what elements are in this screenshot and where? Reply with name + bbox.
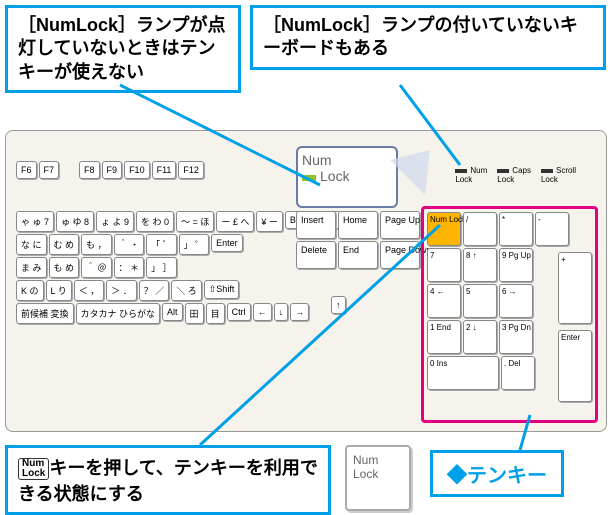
nav-key: Insert: [296, 211, 336, 239]
keyboard-key: →: [290, 303, 309, 321]
numlock-zoom-line1: Num: [302, 152, 332, 168]
fn-key: F10: [124, 161, 150, 179]
navigation-key-cluster: InsertHomePage Up DeleteEndPage Down: [296, 211, 422, 271]
nav-key: Home: [338, 211, 378, 239]
main-key-rows: ゃ ゅ 7ゅ ゆ 8ょ よ 9を わ 0～ = ほー £ へ¥ ーBack sp…: [16, 211, 343, 326]
keyboard-key: ゃ ゅ 7: [16, 211, 54, 232]
fn-key: F6: [16, 161, 37, 179]
tenkey-key: -: [535, 212, 569, 246]
tenkey-key: 0 Ins: [427, 356, 499, 390]
keyboard-key: ＾ ・: [114, 234, 145, 255]
tenkey-key: *: [499, 212, 533, 246]
keyboard-key: Ctrl: [227, 303, 251, 321]
tenkey-key: 4 ←: [427, 284, 461, 318]
fn-key: F12: [178, 161, 204, 179]
indicator-led: NumLock: [455, 166, 487, 184]
keyboard-indicator-leds: NumLock CapsLock ScrollLock: [445, 166, 576, 184]
tenkey-key: 8 ↑: [463, 248, 497, 282]
nav-key: Delete: [296, 241, 336, 269]
keyboard-key: む め: [49, 234, 80, 255]
keyboard-key: ＞ ．: [106, 280, 137, 301]
tenkey-label-callout: ◆テンキー: [430, 450, 564, 497]
keyboard-key: カタカナ ひらがな: [76, 303, 161, 324]
inline-numlock-key-icon: NumLock: [18, 458, 49, 480]
keyboard-key: ょ よ 9: [96, 211, 134, 232]
tenkey-key: 9 Pg Up: [499, 248, 533, 282]
numlock-zoom-line2: Lock: [320, 168, 350, 184]
tenkey-key: 7: [427, 248, 461, 282]
keyboard-key: K の: [16, 280, 44, 301]
tenkey-plus-key: +: [558, 252, 592, 324]
keyboard-key: ↓: [274, 303, 289, 321]
nav-key: End: [338, 241, 378, 269]
fn-key: F7: [39, 161, 60, 179]
tenkey-key: . Del: [501, 356, 535, 390]
callout-no-numlock-lamp: ［NumLock］ランプの付いていないキーボードもある: [250, 5, 606, 70]
callout-press-numlock: NumLockキーを押して、テンキーを利用できる状態にする: [5, 445, 331, 515]
numlock-zoom-inset: Num Lock: [296, 146, 398, 208]
keyboard-key: を わ 0: [136, 211, 174, 232]
keyboard-key: ¥ ー: [256, 211, 283, 232]
keyboard-key: ？ ／: [139, 280, 170, 301]
keyboard-key: Enter: [211, 234, 243, 252]
function-key-row: F6F7 F8F9F10F11F12: [16, 161, 206, 179]
keyboard-key: も め: [49, 257, 80, 278]
tenkey-pad: Num Lock/*- +78 ↑9 Pg Up 4 ←56 → Enter 1 End…: [421, 206, 598, 423]
keyboard-key: 田: [185, 303, 204, 324]
keyboard-key: ＼ ろ: [171, 280, 202, 301]
tenkey-key: 2 ↓: [463, 320, 497, 354]
nav-key: Page Down: [380, 241, 420, 269]
keyboard-key: ＾ ＠: [81, 257, 112, 278]
indicator-led: CapsLock: [497, 166, 531, 184]
keyboard-key: L り: [46, 280, 72, 301]
callout-press-numlock-text: キーを押して、テンキーを利用できる状態にする: [18, 458, 318, 504]
fn-key: F8: [79, 161, 100, 179]
keyboard-key: ゅ ゆ 8: [56, 211, 94, 232]
fn-key: F11: [152, 161, 177, 179]
keyboard-key: ～ = ほ: [176, 211, 214, 232]
led-on-icon: [302, 175, 316, 181]
numlock-key-large: Num Lock: [345, 445, 411, 511]
keyboard-key: ま み: [16, 257, 47, 278]
keyboard-key: 」 ゜: [179, 234, 210, 255]
tenkey-key: /: [463, 212, 497, 246]
keyboard-key: ー £ へ: [216, 211, 254, 232]
keyboard-key: Alt: [162, 303, 183, 321]
keyboard-key: ＜ ，: [74, 280, 105, 301]
nav-key: Page Up: [380, 211, 420, 239]
keyboard-key: 目: [206, 303, 225, 324]
keyboard-key: な に: [16, 234, 47, 255]
tenkey-key: 3 Pg Dn: [499, 320, 533, 354]
indicator-led: ScrollLock: [541, 166, 576, 184]
tenkey-key: Num Lock: [427, 212, 461, 246]
keyboard-key: 前候補 変換: [16, 303, 74, 324]
arrow-up-key: ↑: [331, 296, 348, 314]
keyboard-key: ： ＊: [114, 257, 145, 278]
tenkey-key: 1 End: [427, 320, 461, 354]
tenkey-enter-key: Enter: [558, 330, 592, 402]
keyboard-key: ←: [253, 303, 272, 321]
keyboard-key: 「 ゛: [146, 234, 177, 255]
keyboard-key: ⇧Shift: [204, 280, 240, 299]
tenkey-key: 5: [463, 284, 497, 318]
keyboard-illustration: F6F7 F8F9F10F11F12 Num Lock NumLock CapsLo…: [5, 130, 607, 432]
keyboard-key: 」 ］: [146, 257, 177, 278]
tenkey-key: 6 →: [499, 284, 533, 318]
callout-numlock-lamp-off: ［NumLock］ランプが点灯していないときはテンキーが使えない: [5, 5, 241, 93]
fn-key: F9: [102, 161, 123, 179]
keyboard-key: も ，: [81, 234, 112, 255]
